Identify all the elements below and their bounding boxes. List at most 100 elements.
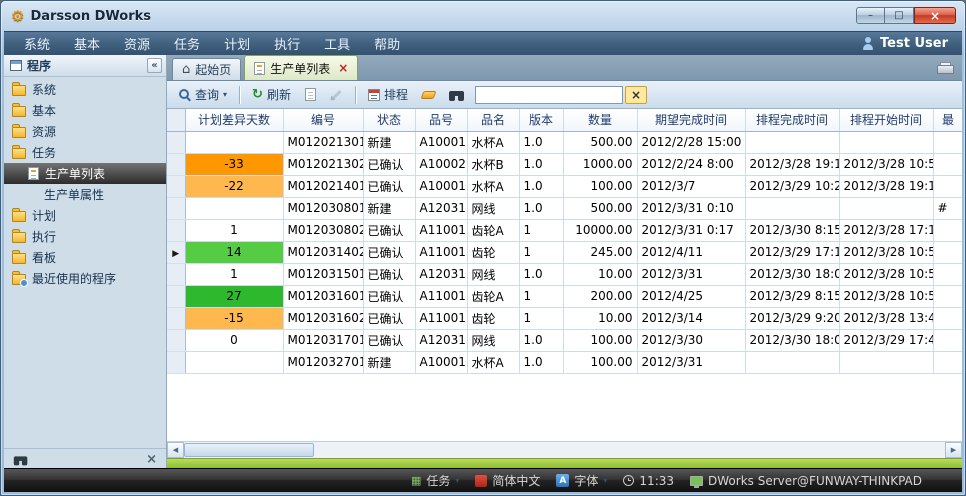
column-header-ver[interactable]: 版本 <box>519 109 563 131</box>
sidebar-item[interactable]: 基本 <box>4 100 166 121</box>
chevron-down-icon: ▾ <box>455 477 459 485</box>
tab-close-icon[interactable]: × <box>338 62 348 74</box>
column-header-item_name[interactable]: 品名 <box>467 109 519 131</box>
scroll-left-button[interactable]: ◀ <box>167 442 184 458</box>
row-indicator-cell <box>167 219 185 241</box>
toolbar-search-input[interactable] <box>475 86 623 104</box>
sidebar-item[interactable]: 执行 <box>4 226 166 247</box>
sidebar-item[interactable]: 资源 <box>4 121 166 142</box>
sidebar-item[interactable]: 生产单属性 <box>4 184 166 205</box>
scrollbar-thumb[interactable] <box>184 443 314 457</box>
horizontal-scrollbar[interactable]: ◀ ▶ <box>167 441 962 458</box>
query-button[interactable]: 查询 ▾ <box>173 83 233 106</box>
sidebar-filter-bar: × <box>4 448 166 470</box>
scrollbar-track[interactable] <box>184 442 945 458</box>
task-menu[interactable]: ▦ 任务 ▾ <box>411 472 459 489</box>
menu-item-3[interactable]: 资源 <box>112 32 162 55</box>
sidebar-item[interactable]: 生产单列表 <box>4 163 166 184</box>
cell-diff: 0 <box>185 329 283 351</box>
column-header-sched_start[interactable]: 排程开始时间 <box>839 109 933 131</box>
cell-no: M012031601 <box>283 285 363 307</box>
sidebar-item[interactable]: 任务 <box>4 142 166 163</box>
sidebar-item[interactable]: 计划 <box>4 205 166 226</box>
table-row[interactable]: -15M012031602已确认A11001齿轮110.002012/3/142… <box>167 307 962 329</box>
edit-button[interactable] <box>324 85 349 104</box>
column-header-status[interactable]: 状态 <box>363 109 415 131</box>
eraser-button[interactable] <box>416 88 441 102</box>
sidebar-item-label: 资源 <box>32 123 56 140</box>
menu-item-4[interactable]: 任务 <box>162 32 212 55</box>
find-icon[interactable] <box>14 454 28 465</box>
column-header-item_no[interactable]: 品号 <box>415 109 467 131</box>
column-header-diff[interactable]: 计划差异天数 <box>185 109 283 131</box>
cell-no: M012032701 <box>283 351 363 373</box>
sidebar-item[interactable]: 系统 <box>4 79 166 100</box>
clear-filter-icon[interactable]: × <box>146 452 157 467</box>
column-header-extra[interactable]: 最 <box>933 109 962 131</box>
table-row[interactable]: 27M012031601已确认A11001齿轮A1200.002012/4/25… <box>167 285 962 307</box>
schedule-button[interactable]: 排程 <box>362 83 414 106</box>
table-row[interactable]: M012021301新建A10001水杯A1.0500.002012/2/28 … <box>167 131 962 153</box>
sidebar-collapse-button[interactable]: « <box>147 58 162 73</box>
tab-1[interactable]: ⌂起始页 <box>172 58 241 80</box>
find-button[interactable] <box>443 86 471 104</box>
refresh-button[interactable]: ↻ 刷新 <box>246 83 297 106</box>
title-bar[interactable]: ⚙ Darsson DWorks – □ × <box>1 1 965 31</box>
table-row[interactable]: -33M012021302已确认A10002水杯B1.01000.002012/… <box>167 153 962 175</box>
refresh-icon: ↻ <box>252 88 263 101</box>
table-row[interactable]: M012030801新建A12031网线1.0500.002012/3/31 0… <box>167 197 962 219</box>
print-icon[interactable] <box>937 62 952 74</box>
menu-item-6[interactable]: 执行 <box>262 32 312 55</box>
table-row[interactable]: -22M012021401已确认A10001水杯A1.0100.002012/3… <box>167 175 962 197</box>
sidebar-item[interactable]: 最近使用的程序 <box>4 268 166 289</box>
cell-item_name: 齿轮 <box>467 307 519 329</box>
table-row[interactable]: ▶14M012031402已确认A11001齿轮1245.002012/4/11… <box>167 241 962 263</box>
chevron-down-icon: ▾ <box>603 477 607 485</box>
column-header-sched_end[interactable]: 排程完成时间 <box>745 109 839 131</box>
cell-extra <box>933 131 962 153</box>
cell-sched_end: 2012/3/29 10:20 <box>745 175 839 197</box>
scroll-right-button[interactable]: ▶ <box>945 442 962 458</box>
cell-sched_start: 2012/3/28 10:52 <box>839 263 933 285</box>
new-button[interactable] <box>299 85 322 104</box>
table-row[interactable]: 1M012030802已确认A11001齿轮A110000.002012/3/3… <box>167 219 962 241</box>
cell-expect: 2012/3/7 <box>637 175 745 197</box>
menu-item-5[interactable]: 计划 <box>212 32 262 55</box>
document-icon <box>28 167 39 180</box>
table-row[interactable]: M012032701新建A10001水杯A1.0100.002012/3/31 <box>167 351 962 373</box>
cell-extra: # <box>933 197 962 219</box>
user-area[interactable]: Test User <box>862 36 962 51</box>
cell-qty: 100.00 <box>563 351 637 373</box>
menu-item-7[interactable]: 工具 <box>312 32 362 55</box>
column-header-expect[interactable]: 期望完成时间 <box>637 109 745 131</box>
language-selector[interactable]: 简体中文 <box>475 472 540 489</box>
maximize-button[interactable]: □ <box>885 7 914 24</box>
toolbar-separator <box>239 86 240 104</box>
menu-item-1[interactable]: 系统 <box>12 32 62 55</box>
cell-diff: -22 <box>185 175 283 197</box>
cell-qty: 10.00 <box>563 307 637 329</box>
table-row[interactable]: 0M012031701已确认A12031网线1.0100.002012/3/30… <box>167 329 962 351</box>
font-selector[interactable]: A 字体 ▾ <box>556 472 607 489</box>
menu-item-8[interactable]: 帮助 <box>362 32 412 55</box>
cell-item_no: A12031 <box>415 197 467 219</box>
menu-item-2[interactable]: 基本 <box>62 32 112 55</box>
cell-status: 已确认 <box>363 263 415 285</box>
close-button[interactable]: × <box>914 7 956 24</box>
clear-search-button[interactable]: × <box>625 86 647 104</box>
cell-qty: 245.00 <box>563 241 637 263</box>
column-header-qty[interactable]: 数量 <box>563 109 637 131</box>
sidebar-item-label: 执行 <box>32 228 56 245</box>
cell-ver: 1.0 <box>519 153 563 175</box>
cell-status: 已确认 <box>363 241 415 263</box>
column-header-no[interactable]: 编号 <box>283 109 363 131</box>
clock-icon <box>623 475 634 486</box>
sidebar-item[interactable]: 看板 <box>4 247 166 268</box>
row-indicator-cell <box>167 131 185 153</box>
cell-extra <box>933 329 962 351</box>
tab-2[interactable]: 生产单列表× <box>244 55 358 80</box>
table-row[interactable]: 1M012031501已确认A12031网线1.010.002012/3/312… <box>167 263 962 285</box>
sidebar-item-label: 生产单列表 <box>45 165 105 182</box>
minimize-button[interactable]: – <box>856 7 885 24</box>
row-indicator-cell <box>167 263 185 285</box>
